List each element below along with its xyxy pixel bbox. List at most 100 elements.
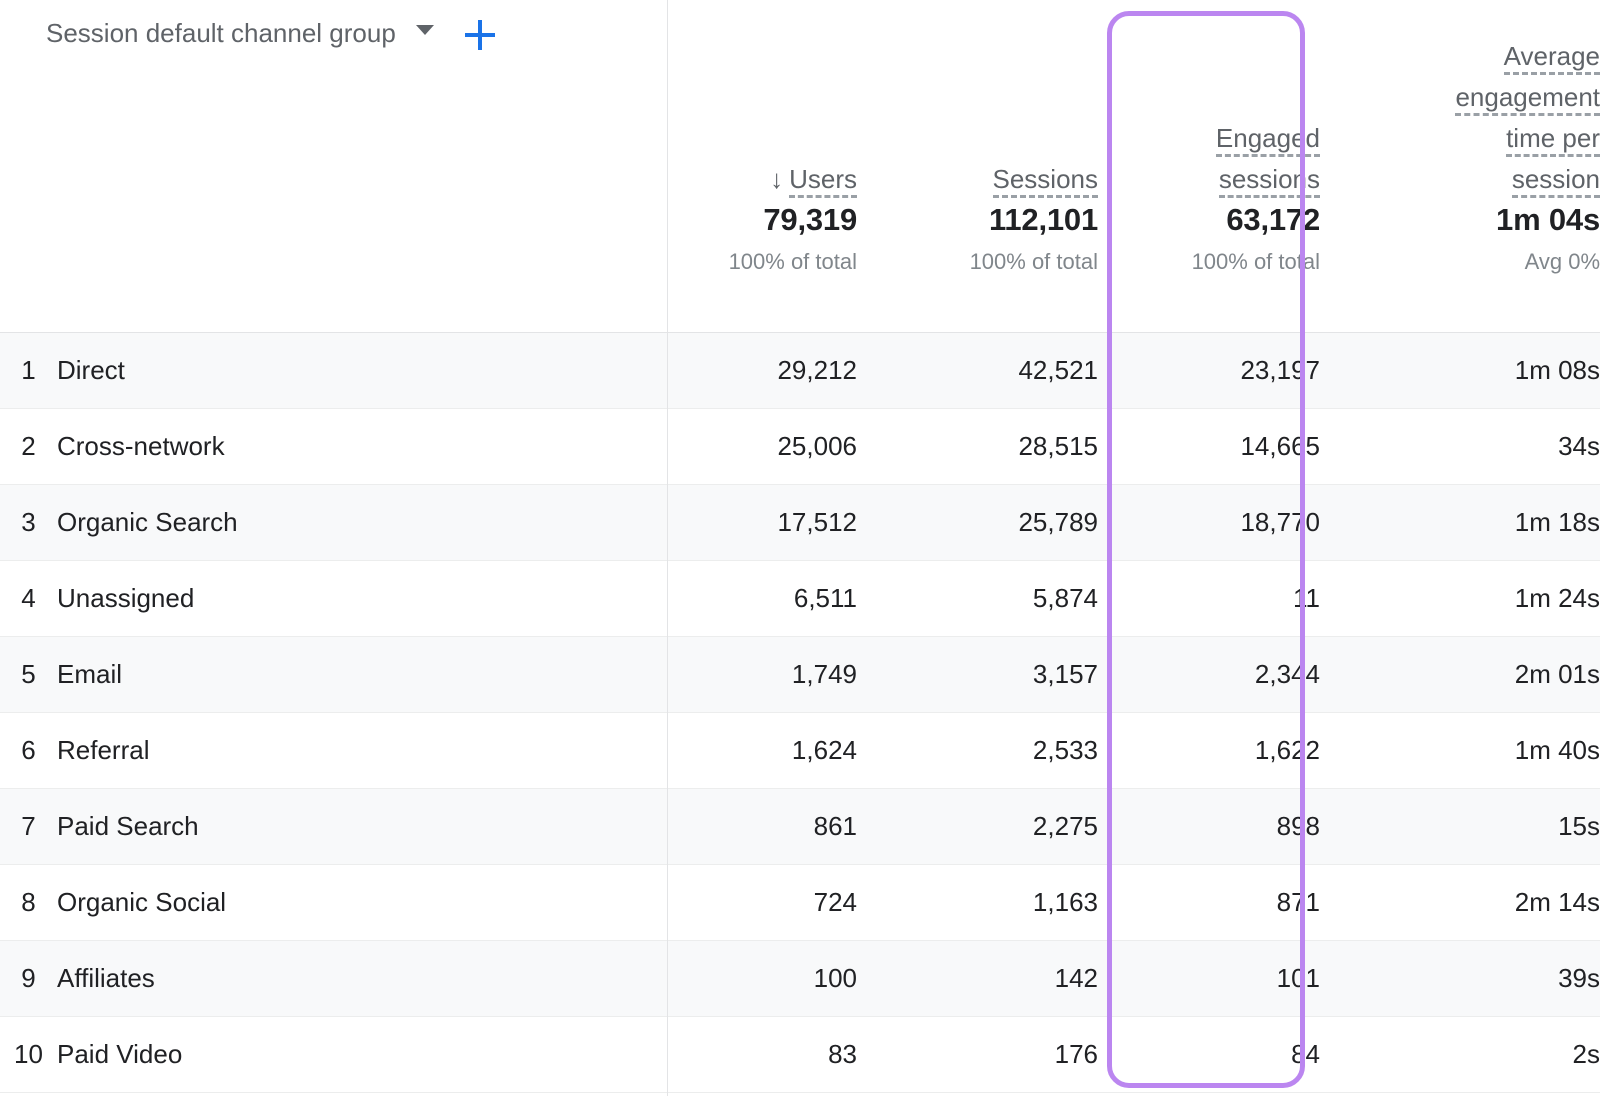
- totals-sessions-cell: 112,101 100% of total: [857, 200, 1098, 333]
- row-engaged-sessions-value: 1,622: [1098, 713, 1320, 789]
- column-header-engaged-sessions-line1: Engaged: [1216, 123, 1320, 157]
- row-sessions-value: 28,515: [857, 409, 1098, 485]
- column-header-users[interactable]: ↓Users: [667, 0, 857, 200]
- row-sessions-value: 2,533: [857, 713, 1098, 789]
- table-row[interactable]: 7Paid Search8612,27589815s: [0, 789, 1600, 865]
- row-dimension-label: Organic Social: [57, 865, 667, 941]
- totals-avg-engagement-sub: Avg 0%: [1320, 246, 1600, 278]
- column-header-avg-engagement-line1: Average: [1504, 41, 1600, 75]
- column-header-avg-engagement-time[interactable]: Average engagement time per session: [1320, 0, 1600, 200]
- column-header-sessions-label: Sessions: [993, 164, 1099, 198]
- column-header-engaged-sessions[interactable]: Engaged sessions: [1098, 0, 1320, 200]
- totals-engaged-sessions-sub: 100% of total: [1098, 246, 1320, 278]
- column-header-avg-engagement-line4: session: [1512, 164, 1600, 198]
- row-avg-engagement-value: 39s: [1320, 941, 1600, 1017]
- row-sessions-value: 5,874: [857, 561, 1098, 637]
- totals-users-cell: 79,319 100% of total: [667, 200, 857, 333]
- row-users-value: 29,212: [667, 333, 857, 409]
- table-header-row: Session default channel group ↓Users Ses…: [0, 0, 1600, 200]
- column-header-avg-engagement-line2: engagement: [1455, 82, 1600, 116]
- row-index: 6: [0, 713, 57, 789]
- sort-descending-icon[interactable]: ↓: [770, 159, 783, 200]
- row-avg-engagement-value: 1m 08s: [1320, 333, 1600, 409]
- row-sessions-value: 176: [857, 1017, 1098, 1093]
- row-sessions-value: 3,157: [857, 637, 1098, 713]
- row-sessions-value: 2,275: [857, 789, 1098, 865]
- chevron-down-icon[interactable]: [416, 25, 434, 35]
- row-sessions-value: 1,163: [857, 865, 1098, 941]
- row-index: 7: [0, 789, 57, 865]
- row-users-value: 1,624: [667, 713, 857, 789]
- table-row[interactable]: 6Referral1,6242,5331,6221m 40s: [0, 713, 1600, 789]
- dimension-header-cell: Session default channel group: [0, 0, 667, 200]
- row-users-value: 25,006: [667, 409, 857, 485]
- row-engaged-sessions-value: 101: [1098, 941, 1320, 1017]
- row-engaged-sessions-value: 2,344: [1098, 637, 1320, 713]
- table-row[interactable]: 2Cross-network25,00628,51514,66534s: [0, 409, 1600, 485]
- table-row[interactable]: 5Email1,7493,1572,3442m 01s: [0, 637, 1600, 713]
- row-index: 2: [0, 409, 57, 485]
- row-avg-engagement-value: 15s: [1320, 789, 1600, 865]
- column-header-sessions[interactable]: Sessions: [857, 0, 1098, 200]
- row-index: 4: [0, 561, 57, 637]
- row-engaged-sessions-value: 11: [1098, 561, 1320, 637]
- row-avg-engagement-value: 2m 01s: [1320, 637, 1600, 713]
- row-dimension-label: Referral: [57, 713, 667, 789]
- row-sessions-value: 142: [857, 941, 1098, 1017]
- table-row[interactable]: 10Paid Video83176842s: [0, 1017, 1600, 1093]
- row-dimension-label: Email: [57, 637, 667, 713]
- totals-users-value: 79,319: [667, 200, 857, 240]
- row-dimension-label: Organic Search: [57, 485, 667, 561]
- row-sessions-value: 25,789: [857, 485, 1098, 561]
- totals-engaged-sessions-value: 63,172: [1098, 200, 1320, 240]
- row-users-value: 83: [667, 1017, 857, 1093]
- row-avg-engagement-value: 34s: [1320, 409, 1600, 485]
- row-dimension-label: Paid Search: [57, 789, 667, 865]
- row-dimension-label: Unassigned: [57, 561, 667, 637]
- row-index: 9: [0, 941, 57, 1017]
- row-avg-engagement-value: 1m 40s: [1320, 713, 1600, 789]
- row-engaged-sessions-value: 14,665: [1098, 409, 1320, 485]
- table-row[interactable]: 9Affiliates10014210139s: [0, 941, 1600, 1017]
- row-dimension-label: Cross-network: [57, 409, 667, 485]
- row-avg-engagement-value: 2s: [1320, 1017, 1600, 1093]
- row-users-value: 1,749: [667, 637, 857, 713]
- totals-dimension-cell: [0, 200, 667, 333]
- row-index: 1: [0, 333, 57, 409]
- plus-icon[interactable]: [465, 20, 495, 50]
- totals-sessions-value: 112,101: [857, 200, 1098, 240]
- row-index: 5: [0, 637, 57, 713]
- table-body: 1Direct29,21242,52123,1971m 08s2Cross-ne…: [0, 333, 1600, 1093]
- table-row[interactable]: 8Organic Social7241,1638712m 14s: [0, 865, 1600, 941]
- row-users-value: 724: [667, 865, 857, 941]
- totals-row: 79,319 100% of total 112,101 100% of tot…: [0, 200, 1600, 333]
- row-index: 10: [0, 1017, 57, 1093]
- row-users-value: 6,511: [667, 561, 857, 637]
- row-dimension-label: Direct: [57, 333, 667, 409]
- totals-sessions-sub: 100% of total: [857, 246, 1098, 278]
- row-index: 3: [0, 485, 57, 561]
- row-users-value: 17,512: [667, 485, 857, 561]
- totals-avg-engagement-cell: 1m 04s Avg 0%: [1320, 200, 1600, 333]
- row-engaged-sessions-value: 18,770: [1098, 485, 1320, 561]
- table-row[interactable]: 3Organic Search17,51225,78918,7701m 18s: [0, 485, 1600, 561]
- analytics-report-table-panel: Session default channel group ↓Users Ses…: [0, 0, 1600, 1110]
- row-engaged-sessions-value: 84: [1098, 1017, 1320, 1093]
- totals-users-sub: 100% of total: [667, 246, 857, 278]
- channel-group-report-table: Session default channel group ↓Users Ses…: [0, 0, 1600, 1093]
- totals-avg-engagement-value: 1m 04s: [1320, 200, 1600, 240]
- row-engaged-sessions-value: 898: [1098, 789, 1320, 865]
- totals-engaged-sessions-cell: 63,172 100% of total: [1098, 200, 1320, 333]
- row-avg-engagement-value: 1m 24s: [1320, 561, 1600, 637]
- row-avg-engagement-value: 2m 14s: [1320, 865, 1600, 941]
- table-row[interactable]: 1Direct29,21242,52123,1971m 08s: [0, 333, 1600, 409]
- column-header-users-label: Users: [789, 164, 857, 198]
- row-avg-engagement-value: 1m 18s: [1320, 485, 1600, 561]
- table-row[interactable]: 4Unassigned6,5115,874111m 24s: [0, 561, 1600, 637]
- column-divider: [667, 0, 668, 1096]
- row-users-value: 100: [667, 941, 857, 1017]
- column-header-avg-engagement-line3: time per: [1506, 123, 1600, 157]
- row-index: 8: [0, 865, 57, 941]
- row-dimension-label: Affiliates: [57, 941, 667, 1017]
- dimension-selector-label[interactable]: Session default channel group: [46, 18, 396, 48]
